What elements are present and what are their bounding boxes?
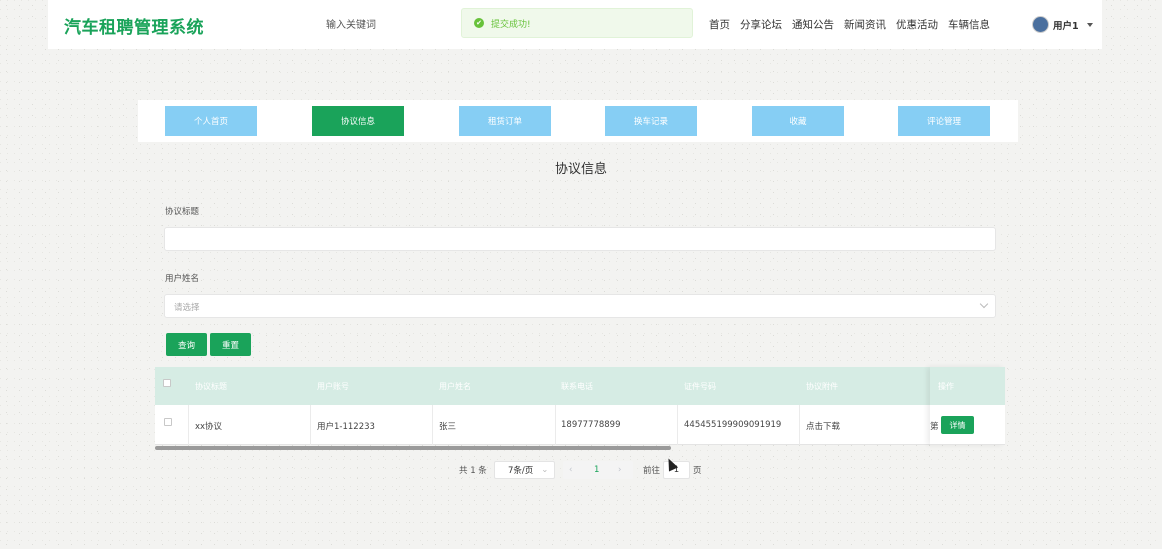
tab-car-change[interactable]: 换车记录 (605, 106, 697, 136)
caret-down-icon (1086, 22, 1093, 27)
select-placeholder: 请选择 (174, 303, 200, 313)
page-unit-label: 页 (693, 466, 702, 476)
pager-controls: ‹ 1 › (563, 461, 633, 479)
check-circle-icon: ✔ (474, 18, 484, 28)
tab-agreements[interactable]: 协议信息 (312, 106, 404, 136)
table-header: 协议标题 用户账号 用户姓名 联系电话 证件号码 协议附件 操作 (155, 367, 1005, 405)
column-divider (188, 405, 189, 445)
chevron-down-icon: ⌄ (541, 465, 549, 475)
nav-promotions[interactable]: 优惠活动 (896, 17, 938, 32)
center-tabs: 个人首页 协议信息 租赁订单 换车记录 收藏 评论管理 (138, 100, 1018, 142)
prev-page-icon[interactable]: ‹ (569, 465, 572, 475)
next-page-icon[interactable]: › (618, 465, 621, 475)
column-divider (799, 405, 800, 445)
th-account: 用户账号 (317, 382, 349, 391)
app-title: 汽车租聘管理系统 (64, 18, 204, 38)
search-input[interactable] (326, 17, 446, 33)
title-label: 协议标题 (165, 207, 200, 217)
cell-phone: 18977778899 (561, 420, 621, 430)
query-button[interactable]: 查询 (166, 333, 207, 356)
horizontal-scrollbar[interactable] (155, 446, 671, 450)
top-bar: 汽车租聘管理系统 ✔ 提交成功! 首页 分享论坛 通知公告 新闻资讯 优惠活动 … (48, 0, 1102, 49)
user-name-label: 用户姓名 (165, 274, 200, 284)
tab-personal-home[interactable]: 个人首页 (165, 106, 257, 136)
pagination-total: 共 1 条 (459, 466, 487, 476)
cell-account: 用户1-112233 (317, 422, 375, 432)
nav-vehicles[interactable]: 车辆信息 (948, 17, 990, 32)
success-toast: ✔ 提交成功! (461, 8, 693, 38)
cell-name: 张三 (439, 422, 457, 432)
nav-forum[interactable]: 分享论坛 (740, 17, 782, 32)
goto-label: 前往 (643, 466, 661, 476)
column-divider (310, 405, 311, 445)
select-all-checkbox[interactable] (163, 379, 171, 387)
nav-home[interactable]: 首页 (709, 17, 730, 32)
column-divider (432, 405, 433, 445)
user-name-select[interactable]: 请选择 (164, 294, 996, 318)
chevron-down-icon (979, 299, 989, 309)
th-name: 用户姓名 (439, 382, 471, 391)
page-title: 协议信息 (554, 162, 607, 177)
th-id-number: 证件号码 (684, 382, 716, 391)
column-divider (677, 405, 678, 445)
column-divider (555, 405, 556, 445)
page-size-select[interactable]: 7条/页 ⌄ (494, 461, 555, 479)
tab-favorites[interactable]: 收藏 (752, 106, 844, 136)
nav-news[interactable]: 新闻资讯 (844, 17, 886, 32)
table-row: xx协议 用户1-112233 张三 18977778899 445455199… (155, 405, 1005, 445)
title-input[interactable] (164, 227, 996, 251)
nav-notices[interactable]: 通知公告 (792, 17, 834, 32)
th-phone: 联系电话 (561, 382, 593, 391)
user-name: 用户1 (1053, 20, 1079, 32)
cell-id-number: 445455199909091919 (684, 420, 782, 430)
page-size-value: 7条/页 (508, 466, 534, 476)
tab-comments[interactable]: 评论管理 (898, 106, 990, 136)
cell-title: xx协议 (195, 422, 223, 432)
th-title: 协议标题 (195, 382, 227, 391)
detail-button[interactable]: 详情 (941, 416, 974, 434)
user-menu[interactable]: 用户1 (1032, 16, 1093, 33)
page-number-current[interactable]: 1 (594, 465, 599, 475)
toast-message: 提交成功! (491, 19, 531, 30)
reset-button[interactable]: 重置 (210, 333, 251, 356)
download-link[interactable]: 点击下载 (806, 420, 840, 432)
row-checkbox[interactable] (164, 418, 172, 426)
tab-rental-orders[interactable]: 租赁订单 (459, 106, 551, 136)
th-attachment: 协议附件 (806, 382, 838, 391)
avatar (1032, 16, 1049, 33)
main-nav: 首页 分享论坛 通知公告 新闻资讯 优惠活动 车辆信息 (709, 17, 990, 32)
